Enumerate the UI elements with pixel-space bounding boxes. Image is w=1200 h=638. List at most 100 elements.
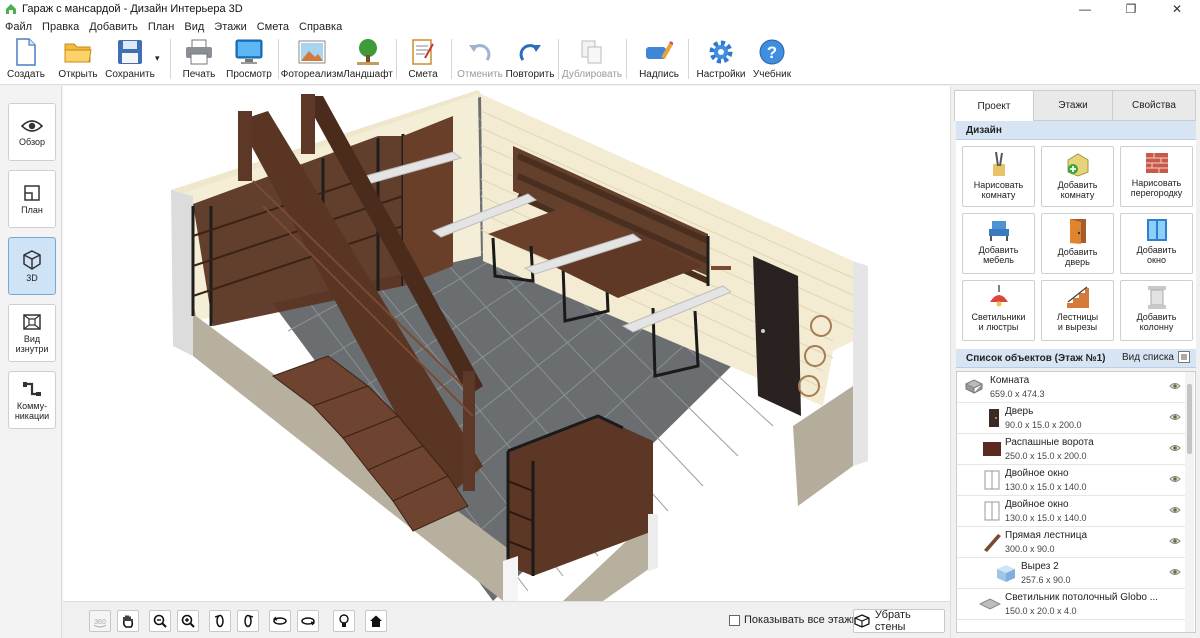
add-room-button[interactable]: Добавить комнату <box>1041 146 1114 207</box>
duplicate-button[interactable]: Дублировать <box>562 37 622 83</box>
tab-project[interactable]: Проект <box>954 90 1034 121</box>
armchair-icon <box>988 221 1009 241</box>
add-furniture-button[interactable]: Добавить мебель <box>962 213 1035 274</box>
add-door-button[interactable]: Добавить дверь <box>1041 213 1114 274</box>
nav-3d-button[interactable]: 3D <box>8 237 56 295</box>
show-all-floors-checkbox[interactable]: Показывать все этажи <box>729 614 858 626</box>
add-column-button[interactable]: Добавить колонну <box>1120 280 1193 341</box>
home-icon <box>370 615 382 627</box>
title-bar: Гараж с мансардой - Дизайн Интерьера 3D … <box>0 0 1200 18</box>
list-item[interactable]: Двойное окно 130.0 x 15.0 x 140.0 <box>957 465 1185 496</box>
zoom-in-button[interactable] <box>177 610 199 632</box>
list-view-icon <box>1178 351 1190 363</box>
tutorial-button[interactable]: ? Учебник <box>750 37 794 83</box>
scrollbar-thumb[interactable] <box>1187 384 1192 454</box>
list-item[interactable]: Распашные ворота 250.0 x 15.0 x 200.0 <box>957 434 1185 465</box>
visibility-eye-icon[interactable] <box>1169 412 1181 422</box>
interior-view-icon <box>23 313 41 330</box>
pan-hand-button[interactable] <box>117 610 139 632</box>
lighting-button[interactable] <box>333 610 355 632</box>
save-dropdown-arrow[interactable]: ▾ <box>155 53 160 64</box>
caption-button[interactable]: Надпись <box>636 37 682 83</box>
visibility-eye-icon[interactable] <box>1169 567 1181 577</box>
zoom-out-button[interactable] <box>149 610 171 632</box>
menu-view[interactable]: Вид <box>179 21 209 33</box>
menu-help[interactable]: Справка <box>294 21 347 33</box>
checkbox-box[interactable] <box>729 614 740 626</box>
home-view-button[interactable] <box>365 610 387 632</box>
draw-partition-button[interactable]: Нарисовать перегородку <box>1120 146 1193 207</box>
3d-viewport[interactable] <box>63 86 950 601</box>
right-panel: Проект Этажи Свойства Дизайн Нарисовать … <box>950 86 1200 638</box>
ceiling-lamp-icon <box>989 285 1008 307</box>
lights-button[interactable]: Светильники и люстры <box>962 280 1035 341</box>
rotate-right-button[interactable] <box>237 610 259 632</box>
visibility-eye-icon[interactable] <box>1169 381 1181 391</box>
draw-room-icon <box>992 151 1005 176</box>
landscape-button[interactable]: Ландшафт <box>343 37 393 83</box>
remove-walls-button[interactable]: Убрать стены <box>853 609 945 633</box>
visibility-eye-icon[interactable] <box>1169 505 1181 515</box>
visibility-eye-icon[interactable] <box>1169 536 1181 546</box>
show-all-floors-label: Показывать все этажи <box>744 614 858 626</box>
list-item[interactable]: Двойное окно 130.0 x 15.0 x 140.0 <box>957 496 1185 527</box>
print-button[interactable]: Печать <box>178 37 220 83</box>
tilt-down-icon <box>301 617 316 626</box>
monitor-icon <box>235 39 263 64</box>
photo-icon <box>298 40 326 64</box>
tilt-down-button[interactable] <box>297 610 319 632</box>
save-button[interactable]: Сохранить <box>104 37 156 83</box>
list-view-toggle[interactable]: Вид списка <box>1122 351 1190 363</box>
menu-bar: Файл Правка Добавить План Вид Этажи Смет… <box>0 18 1200 35</box>
tab-floors[interactable]: Этажи <box>1033 90 1113 120</box>
menu-estimate[interactable]: Смета <box>252 21 294 33</box>
floor-plan-icon <box>24 184 40 201</box>
redo-icon <box>519 44 541 61</box>
visibility-eye-icon[interactable] <box>1169 443 1181 453</box>
front-wall-trim <box>503 556 518 601</box>
redo-button[interactable]: Повторить <box>506 37 554 83</box>
maximize-button[interactable]: ❐ <box>1108 0 1154 18</box>
settings-button[interactable]: Настройки <box>695 37 747 83</box>
window-icon <box>1146 219 1167 241</box>
rotate-360-button[interactable]: 360 <box>89 610 111 632</box>
door-thumb-icon <box>989 409 999 427</box>
toolbar-separator <box>451 39 452 79</box>
nav-utilities-button[interactable]: Комму- никации <box>8 371 56 429</box>
menu-floors[interactable]: Этажи <box>209 21 251 33</box>
preview-button[interactable]: Просмотр <box>226 37 272 83</box>
list-item[interactable]: Прямая лестница 300.0 x 90.0 <box>957 527 1185 558</box>
tilt-up-button[interactable] <box>269 610 291 632</box>
photoreal-button[interactable]: Фотореализм <box>281 37 343 83</box>
tab-properties[interactable]: Свойства <box>1112 90 1196 120</box>
draw-room-button[interactable]: Нарисовать комнату <box>962 146 1035 207</box>
undo-button[interactable]: Отменить <box>456 37 504 83</box>
object-list-scrollbar[interactable] <box>1185 372 1194 632</box>
nav-inside-button[interactable]: Вид изнутри <box>8 304 56 362</box>
menu-edit[interactable]: Правка <box>37 21 84 33</box>
visibility-eye-icon[interactable] <box>1169 474 1181 484</box>
minimize-button[interactable]: — <box>1062 0 1108 18</box>
double-window-icon <box>984 501 1000 521</box>
nav-plan-button[interactable]: План <box>8 170 56 228</box>
rotate-360-icon: 360 <box>93 619 107 628</box>
close-button[interactable]: ✕ <box>1154 0 1200 18</box>
menu-plan[interactable]: План <box>143 21 180 33</box>
add-window-button[interactable]: Добавить окно <box>1120 213 1193 274</box>
menu-file[interactable]: Файл <box>0 21 37 33</box>
menu-add[interactable]: Добавить <box>84 21 143 33</box>
open-button[interactable]: Открыть <box>54 37 102 83</box>
zoom-in-icon <box>181 614 195 628</box>
list-item[interactable]: Дверь 90.0 x 15.0 x 200.0 <box>957 403 1185 434</box>
list-item[interactable]: Светильник потолочный Globo ... 150.0 x … <box>957 589 1185 620</box>
toolbar-separator <box>278 39 279 79</box>
list-item[interactable]: Вырез 2 257.6 x 90.0 <box>957 558 1185 589</box>
list-item[interactable]: Комната 659.0 x 474.3 <box>957 372 1185 403</box>
stairs-button[interactable]: Лестницы и вырезы <box>1041 280 1114 341</box>
estimate-button[interactable]: Смета <box>402 37 444 83</box>
stairs-icon <box>1066 286 1089 308</box>
rotate-left-button[interactable] <box>209 610 231 632</box>
zoom-out-icon <box>153 614 167 628</box>
create-button[interactable]: Создать <box>4 37 48 83</box>
nav-overview-button[interactable]: Обзор <box>8 103 56 161</box>
